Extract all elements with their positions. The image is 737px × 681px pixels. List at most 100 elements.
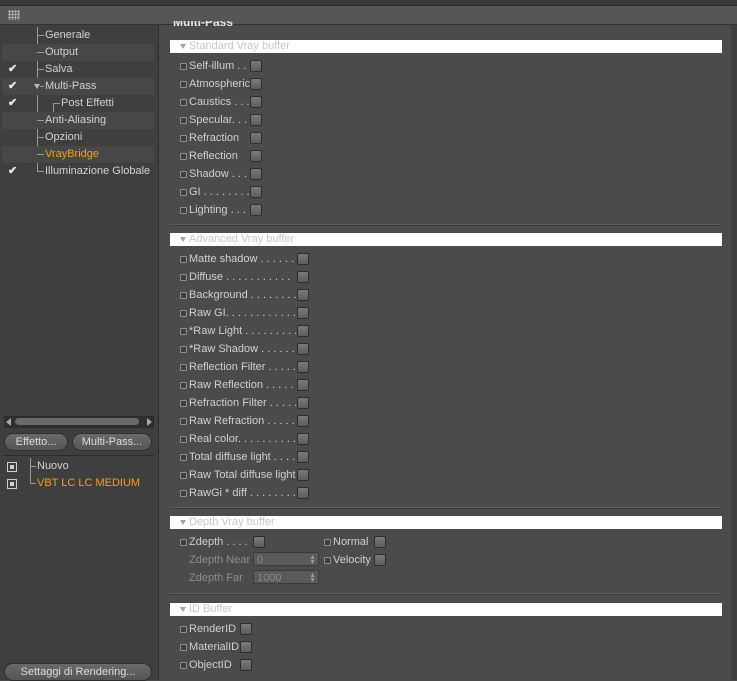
collapse-triangle-icon[interactable] bbox=[180, 607, 186, 612]
animation-dot-icon[interactable] bbox=[180, 436, 187, 443]
animation-dot-icon[interactable] bbox=[180, 454, 187, 461]
animation-dot-icon[interactable] bbox=[180, 644, 187, 651]
check-icon[interactable]: ✔ bbox=[8, 98, 19, 109]
animation-dot-icon[interactable] bbox=[180, 292, 187, 299]
option-checkbox[interactable] bbox=[297, 343, 309, 355]
animation-dot-icon[interactable] bbox=[180, 117, 187, 124]
animation-dot-icon[interactable] bbox=[180, 153, 187, 160]
group-header-advanced[interactable]: Advanced Vray buffer bbox=[170, 233, 722, 246]
check-icon[interactable]: ✔ bbox=[8, 64, 19, 75]
collapse-triangle-icon[interactable] bbox=[180, 44, 186, 49]
option-checkbox[interactable] bbox=[250, 204, 262, 216]
grip-icon[interactable] bbox=[8, 10, 20, 20]
tree-item-label: Illuminazione Globale bbox=[45, 165, 151, 177]
animation-dot-icon[interactable] bbox=[180, 418, 187, 425]
option-checkbox[interactable] bbox=[240, 623, 252, 635]
option-checkbox[interactable] bbox=[374, 536, 386, 548]
group-header-depth[interactable]: Depth Vray buffer bbox=[170, 516, 722, 529]
tree-item-post-effetti[interactable]: ✔ Post Effetti bbox=[2, 95, 154, 112]
tree-item-opzioni[interactable]: Opzioni bbox=[2, 129, 154, 146]
scroll-left-icon[interactable] bbox=[6, 418, 11, 426]
tree-item-salva[interactable]: ✔ Salva bbox=[2, 61, 154, 78]
check-icon[interactable]: ✔ bbox=[8, 166, 19, 177]
animation-dot-icon[interactable] bbox=[180, 364, 187, 371]
option-checkbox[interactable] bbox=[297, 271, 309, 283]
tree-item-anti-aliasing[interactable]: Anti-Aliasing bbox=[2, 112, 154, 129]
animation-dot-icon[interactable] bbox=[180, 274, 187, 281]
group-title: Standard Vray buffer bbox=[189, 40, 290, 52]
multi-pass-button[interactable]: Multi-Pass... bbox=[72, 433, 152, 451]
horizontal-scrollbar[interactable] bbox=[4, 416, 154, 428]
option-checkbox[interactable] bbox=[297, 289, 309, 301]
collapse-triangle-icon[interactable] bbox=[180, 520, 186, 525]
option-checkbox[interactable] bbox=[297, 451, 309, 463]
animation-dot-icon[interactable] bbox=[180, 189, 187, 196]
check-icon[interactable]: ✔ bbox=[8, 81, 19, 92]
vertical-scrollbar[interactable] bbox=[731, 25, 737, 680]
tree-line bbox=[37, 69, 44, 70]
animation-dot-icon[interactable] bbox=[180, 400, 187, 407]
animation-dot-icon[interactable] bbox=[324, 557, 331, 564]
option-checkbox[interactable] bbox=[297, 433, 309, 445]
animation-dot-icon[interactable] bbox=[180, 135, 187, 142]
animation-dot-icon[interactable] bbox=[180, 207, 187, 214]
animation-dot-icon[interactable] bbox=[180, 662, 187, 669]
tree-item-vraybridge[interactable]: VrayBridge bbox=[2, 146, 154, 163]
animation-dot-icon[interactable] bbox=[180, 63, 187, 70]
animation-dot-icon[interactable] bbox=[180, 99, 187, 106]
animation-dot-icon[interactable] bbox=[180, 490, 187, 497]
option-checkbox[interactable] bbox=[250, 186, 262, 198]
animation-dot-icon[interactable] bbox=[180, 256, 187, 263]
animation-dot-icon[interactable] bbox=[180, 626, 187, 633]
option-checkbox[interactable] bbox=[253, 536, 265, 548]
tree-item-illuminazione-globale[interactable]: ✔ Illuminazione Globale bbox=[2, 163, 154, 180]
tree-item-generale[interactable]: Generale bbox=[2, 27, 154, 44]
option-checkbox[interactable] bbox=[250, 168, 262, 180]
animation-dot-icon[interactable] bbox=[180, 346, 187, 353]
option-checkbox[interactable] bbox=[250, 60, 262, 72]
option-checkbox[interactable] bbox=[297, 253, 309, 265]
scene-item-vbt-lc-lc-medium[interactable]: VBT LC LC MEDIUM bbox=[2, 475, 154, 492]
tree-line bbox=[37, 171, 44, 172]
animation-dot-icon[interactable] bbox=[180, 81, 187, 88]
option-checkbox[interactable] bbox=[250, 132, 262, 144]
spinner-arrows-icon[interactable]: ▲ ▼ bbox=[309, 554, 316, 566]
spinner-arrows-icon[interactable]: ▲ ▼ bbox=[309, 572, 316, 584]
render-settings-button[interactable]: Settaggi di Rendering... bbox=[4, 663, 152, 681]
option-checkbox[interactable] bbox=[250, 150, 262, 162]
animation-dot-icon[interactable] bbox=[180, 382, 187, 389]
option-checkbox[interactable] bbox=[297, 379, 309, 391]
option-checkbox[interactable] bbox=[297, 469, 309, 481]
option-checkbox[interactable] bbox=[297, 415, 309, 427]
option-checkbox[interactable] bbox=[297, 307, 309, 319]
option-checkbox[interactable] bbox=[297, 325, 309, 337]
group-header-id-buffer[interactable]: ID Buffer bbox=[170, 603, 722, 616]
option-checkbox[interactable] bbox=[250, 96, 262, 108]
scene-item-nuovo[interactable]: Nuovo bbox=[2, 458, 154, 484]
effetto-button[interactable]: Effetto... bbox=[4, 433, 68, 451]
zdepth-near-field[interactable]: 0 ▲ ▼ bbox=[253, 552, 319, 566]
option-checkbox[interactable] bbox=[250, 78, 262, 90]
tree-item-output[interactable]: Output bbox=[2, 44, 154, 61]
option-checkbox[interactable] bbox=[374, 554, 386, 566]
option-checkbox[interactable] bbox=[250, 114, 262, 126]
option-checkbox[interactable] bbox=[297, 397, 309, 409]
animation-dot-icon[interactable] bbox=[180, 539, 187, 546]
zdepth-far-field[interactable]: 1000 ▲ ▼ bbox=[253, 570, 319, 584]
animation-dot-icon[interactable] bbox=[180, 472, 187, 479]
option-checkbox[interactable] bbox=[297, 361, 309, 373]
scroll-right-icon[interactable] bbox=[147, 418, 152, 426]
collapse-triangle-icon[interactable] bbox=[180, 237, 186, 242]
option-checkbox[interactable] bbox=[240, 641, 252, 653]
scrollbar-thumb[interactable] bbox=[15, 418, 139, 425]
tree-item-label: Multi-Pass bbox=[45, 80, 97, 92]
animation-dot-icon[interactable] bbox=[180, 328, 187, 335]
animation-dot-icon[interactable] bbox=[180, 171, 187, 178]
animation-dot-icon[interactable] bbox=[180, 310, 187, 317]
group-header-standard[interactable]: Standard Vray buffer bbox=[170, 40, 722, 53]
option-label: Caustics . . . bbox=[189, 96, 250, 108]
option-checkbox[interactable] bbox=[240, 659, 252, 671]
option-checkbox[interactable] bbox=[297, 487, 309, 499]
tree-item-multi-pass[interactable]: ✔ Multi-Pass bbox=[2, 78, 154, 95]
animation-dot-icon[interactable] bbox=[324, 539, 331, 546]
